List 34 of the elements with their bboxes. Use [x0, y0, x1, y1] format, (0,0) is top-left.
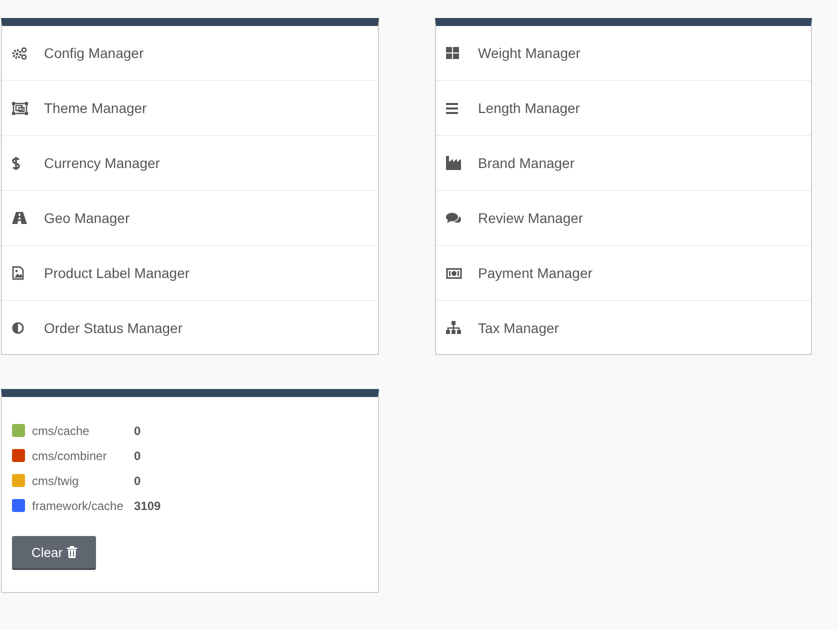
half-circle-icon	[12, 322, 24, 334]
banknote-icon	[446, 268, 462, 278]
cache-count: 0	[134, 474, 141, 488]
manager-link[interactable]: Currency Manager	[2, 136, 378, 191]
image-file-icon	[12, 266, 24, 280]
manager-link[interactable]: Brand Manager	[436, 136, 811, 191]
road-icon	[12, 212, 27, 224]
manager-link[interactable]: Weight Manager	[436, 26, 811, 81]
grid-icon	[446, 47, 459, 59]
chat-icon	[446, 212, 461, 224]
cache-label: cms/combiner	[32, 448, 108, 462]
gears-icon	[12, 46, 27, 60]
sitemap-icon	[446, 321, 461, 334]
cache-count: 3109	[134, 498, 161, 512]
cache-count: 0	[134, 448, 141, 462]
manager-link[interactable]: Tax Manager	[436, 301, 811, 354]
frame-icon	[12, 102, 28, 114]
cache-count: 0	[134, 424, 141, 438]
dollar-icon	[12, 156, 20, 170]
cache-label: framework/cache	[32, 498, 124, 512]
manager-link[interactable]: Review Manager	[436, 191, 811, 246]
manager-link[interactable]: Length Manager	[436, 81, 811, 136]
clear-button[interactable]: Clear	[12, 536, 96, 570]
manager-link[interactable]: Product Label Manager	[2, 246, 378, 301]
lines-icon	[446, 102, 458, 114]
manager-link[interactable]: Geo Manager	[2, 191, 378, 246]
manager-link[interactable]: Payment Manager	[436, 246, 811, 301]
manager-link[interactable]: Config Manager	[2, 26, 378, 81]
cache-label: cms/cache	[32, 424, 90, 438]
factory-icon	[446, 156, 461, 170]
manager-link[interactable]: Theme Manager	[2, 81, 378, 136]
manager-link[interactable]: Order Status Manager	[2, 301, 378, 354]
cache-label: cms/twig	[32, 474, 80, 488]
trash-icon	[66, 546, 77, 558]
